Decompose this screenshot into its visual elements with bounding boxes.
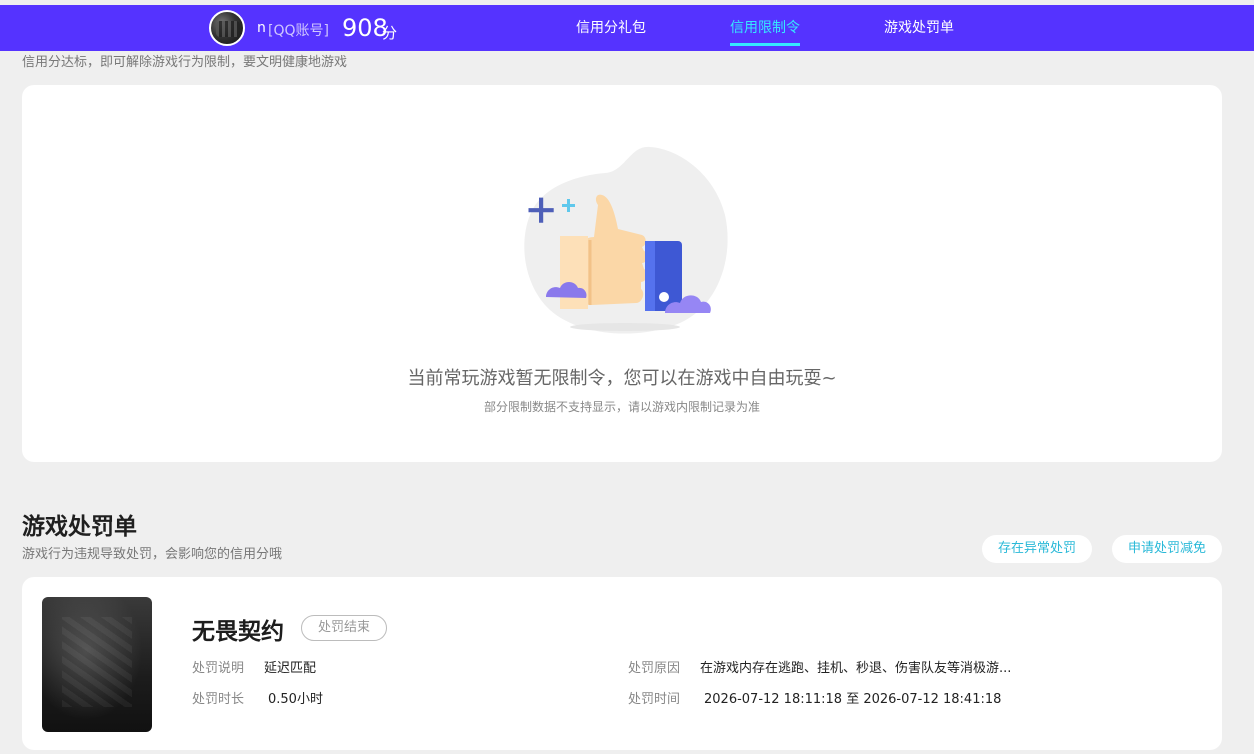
punishment-reason-value: 在游戏内存在逃跑、挂机、秒退、伤害队友等消极游... <box>700 661 1012 676</box>
credit-score: 908 <box>342 14 388 42</box>
status-badge: 处罚结束 <box>301 615 387 641</box>
credit-score-unit: 分 <box>382 24 398 42</box>
tab-credit-gift[interactable]: 信用分礼包 <box>576 18 646 38</box>
restriction-hint: 信用分达标，即可解除游戏行为限制，要文明健康地游戏 <box>22 55 348 70</box>
punishment-desc-value: 延迟匹配 <box>264 661 317 676</box>
punishment-reason-label: 处罚原因 <box>628 661 681 676</box>
punishment-time-value: 2026-07-12 18:11:18 至 2026-07-12 18:41:1… <box>704 692 1002 707</box>
punishment-duration-value: 0.50小时 <box>268 692 323 707</box>
punishment-desc-label: 处罚说明 <box>192 661 245 676</box>
avatar[interactable] <box>209 10 245 46</box>
abnormal-punishment-button[interactable]: 存在异常处罚 <box>982 535 1092 563</box>
apply-reduction-button[interactable]: 申请处罚减免 <box>1112 535 1222 563</box>
game-cover-image <box>42 597 152 732</box>
punishment-duration-label: 处罚时长 <box>192 692 245 707</box>
active-tab-indicator <box>730 43 800 46</box>
punishment-time-label: 处罚时间 <box>628 692 681 707</box>
section-title-punishment: 游戏处罚单 <box>22 514 137 540</box>
top-nav-bar: n [QQ账号] 908 分 信用分礼包 信用限制令 游戏处罚单 <box>0 5 1254 51</box>
tab-credit-restriction[interactable]: 信用限制令 <box>730 18 800 38</box>
empty-state-title: 当前常玩游戏暂无限制令，您可以在游戏中自由玩耍~ <box>407 368 837 389</box>
tab-game-punishment[interactable]: 游戏处罚单 <box>884 18 954 38</box>
account-type: [QQ账号] <box>268 23 329 39</box>
empty-state-note: 部分限制数据不支持显示，请以游戏内限制记录为准 <box>483 400 760 414</box>
game-name: 无畏契约 <box>192 619 284 645</box>
section-subtitle-punishment: 游戏行为违规导致处罚，会影响您的信用分哦 <box>22 547 283 562</box>
thumbs-up-illustration <box>524 146 728 334</box>
username: n <box>257 20 266 36</box>
